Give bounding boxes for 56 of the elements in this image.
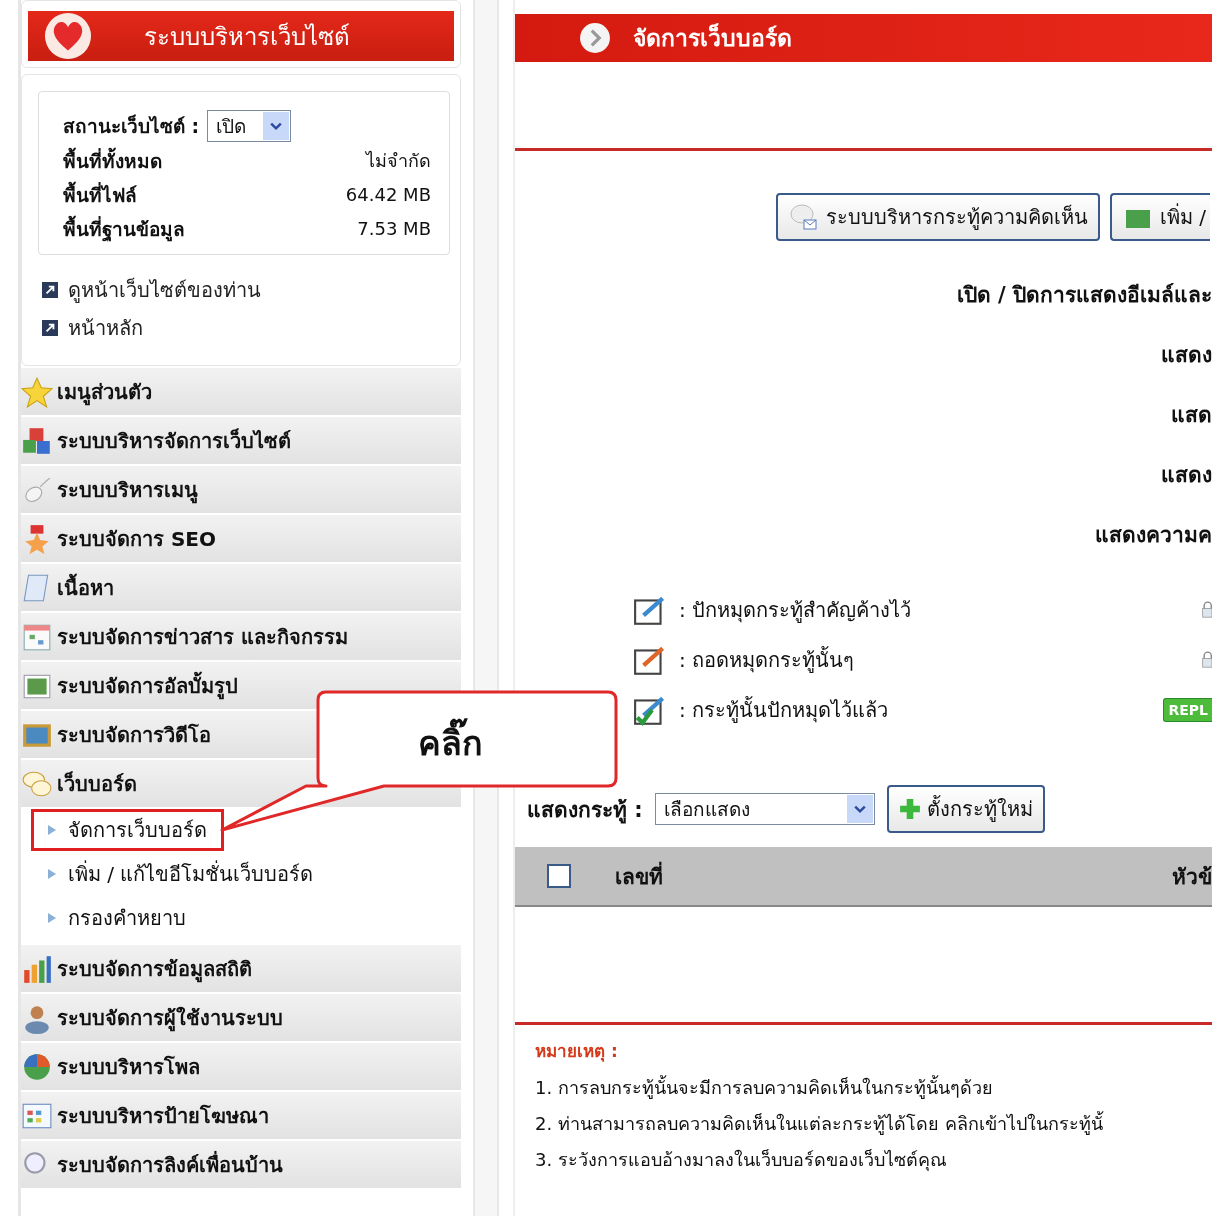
submenu-item[interactable]: กรองคำหยาบ: [31, 897, 203, 939]
submenu-item[interactable]: เพิ่ม / แก้ไขอีโมชั่นเว็บบอร์ด: [31, 853, 331, 895]
note-text: 2. ท่านสามารถลบความคิดเห็นในแต่ละกระทู้ได้โดย คลิกเข้าไปในกระทู้นั้: [535, 1110, 1105, 1137]
submenu-item[interactable]: จัดการเว็บบอร์ด: [31, 809, 224, 851]
sidebar-menu-item[interactable]: ระบบจัดการลิงค์เพื่อนบ้าน: [21, 1141, 461, 1188]
toolbar-button[interactable]: เพิ่ม /: [1109, 193, 1210, 241]
arrow-circle-icon: [579, 22, 611, 54]
setting-label: แสดง: [1161, 462, 1212, 489]
show-topics-dropdown[interactable]: เลือกแสดง: [654, 793, 875, 825]
star-icon: [21, 375, 53, 408]
comment-mail-icon: [787, 202, 820, 232]
external-link-icon: [42, 282, 58, 298]
legend-text: : ปักหมุดกระทู้สำคัญค้างไว้: [679, 597, 913, 625]
select-all-checkbox[interactable]: [547, 864, 571, 888]
status-label: สถานะเว็บไซต์ :: [63, 113, 200, 139]
legend-text: : ถอดหมุดกระทู้นั้นๆ: [679, 645, 856, 675]
sidebar-menu-item[interactable]: เนื้อหา: [21, 564, 461, 611]
page-title: จัดการเว็บบอร์ด: [633, 22, 792, 53]
toolbar-button[interactable]: ระบบบริหารกระทู้ความคิดเห็น: [775, 193, 1100, 241]
status-dropdown[interactable]: เปิด: [207, 110, 292, 142]
bullet-icon: [48, 869, 56, 879]
sidebar-menu-item[interactable]: ระบบบริหารเมนู: [21, 466, 461, 513]
external-link-icon: [42, 320, 58, 336]
stat-label: พื้นที่ทั้งหมด: [63, 144, 162, 178]
sidebar-menu-item[interactable]: ระบบบริหารป้ายโฆษณา: [21, 1092, 461, 1139]
bullet-icon: [48, 825, 56, 835]
setting-label: แสด: [1171, 402, 1212, 429]
stat-value: 7.53 MB: [357, 217, 431, 241]
stat-label: พื้นที่ไฟล์: [63, 178, 137, 212]
note-text: 3. ระวังการแอบอ้างมาลงในเว็บบอร์ดของเว็บไซต์คุณ: [535, 1148, 948, 1173]
reply-badge: REPL: [1163, 698, 1212, 722]
sidebar-title: ระบบบริหารเว็บไซต์: [144, 21, 350, 53]
setting-label: เปิด / ปิดการแสดงอีเมล์และ: [956, 282, 1212, 309]
bullet-icon: [48, 913, 56, 923]
sidebar-menu-item[interactable]: ระบบจัดการข่าวสาร และกิจกรรม: [21, 613, 461, 660]
sidebar-menu-item[interactable]: ระบบจัดการผู้ใช้งานระบบ: [21, 994, 461, 1041]
sidebar-menu-item[interactable]: ระบบบริหารโพล: [21, 1043, 461, 1090]
notes-title: หมายเหตุ :: [535, 1040, 619, 1064]
sidebar-menu-item[interactable]: ระบบจัดการข้อมูลสถิติ: [21, 945, 461, 992]
note-text: 1. การลบกระทู้นั้นจะมีการลบความคิดเห็นในกระทู้นั้นๆด้วย: [535, 1074, 994, 1101]
column-header: หัวข้: [1172, 863, 1212, 891]
new-topic-button[interactable]: ตั้งกระทู้ใหม่: [886, 785, 1045, 833]
setting-label: แสดง: [1161, 342, 1212, 369]
show-topics-label: แสดงกระทู้ :: [527, 796, 643, 826]
sidebar-menu-item[interactable]: ระบบจัดการ SEO: [21, 515, 461, 562]
plus-icon: [898, 798, 921, 820]
column-header: เลขที่: [615, 859, 663, 893]
sidebar-menu-item[interactable]: ระบบบริหารจัดการเว็บไซต์: [21, 417, 461, 464]
sidebar-link[interactable]: ดูหน้าเว็บไซต์ของท่าน: [68, 274, 261, 306]
stat-value: ไม่จำกัด: [366, 149, 431, 173]
stat-label: พื้นที่ฐานข้อมูล: [63, 212, 185, 246]
legend-text: : กระทู้นั้นปักหมุดไว้แล้ว: [679, 695, 890, 725]
sidebar-link[interactable]: หน้าหลัก: [68, 312, 143, 344]
sidebar-menu-item[interactable]: เมนูส่วนตัว: [21, 368, 461, 415]
setting-label: แสดงความค: [1095, 522, 1212, 549]
stat-value: 64.42 MB: [345, 183, 431, 207]
